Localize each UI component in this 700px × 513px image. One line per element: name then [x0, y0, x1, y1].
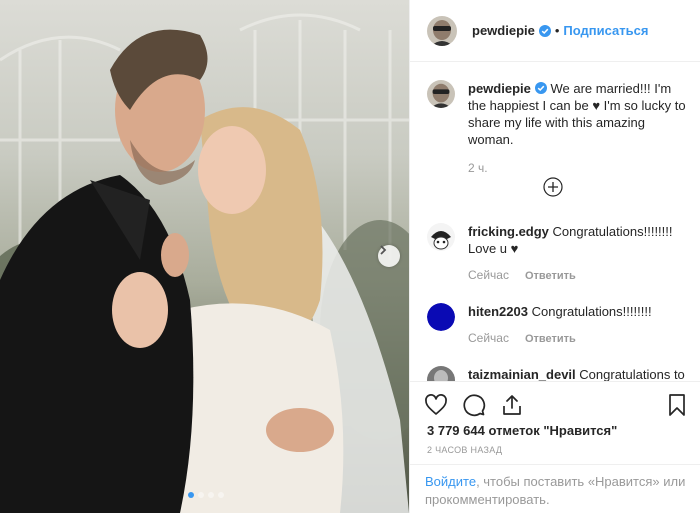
header-separator: •	[554, 23, 560, 38]
comment-icon[interactable]	[462, 393, 486, 417]
header-username[interactable]: pewdiepie	[472, 23, 535, 38]
wedding-photo-illustration	[0, 13, 409, 513]
login-prompt: Войдите, чтобы поставить «Нравится» или …	[425, 473, 695, 509]
heart-icon[interactable]	[424, 393, 448, 417]
post-photo[interactable]	[0, 0, 409, 513]
comment-body: hiten2203 Congratulations!!!!!!!! Сейчас…	[468, 303, 652, 348]
caption-time[interactable]: 2 ч.	[468, 160, 692, 177]
comments-list[interactable]: pewdiepie We are married!!! I'm the happ…	[410, 63, 700, 381]
follow-button[interactable]: Подписаться	[563, 23, 648, 38]
share-icon[interactable]	[500, 393, 524, 417]
comment-time[interactable]: Сейчас	[468, 330, 509, 347]
carousel-next-button[interactable]	[378, 245, 400, 267]
avatar-image	[427, 303, 455, 331]
comment-body: taizmainian_devil Congratulations to	[468, 366, 685, 381]
verified-badge-icon	[538, 24, 551, 37]
reply-button[interactable]: Ответить	[525, 268, 576, 285]
carousel-dots	[188, 492, 224, 498]
action-bar	[424, 393, 524, 417]
post-sidebar: pewdiepie • Подписаться pewdiepie We are…	[409, 0, 700, 513]
caption-username[interactable]: pewdiepie	[468, 81, 531, 96]
caption-body: pewdiepie We are married!!! I'm the happ…	[468, 80, 692, 177]
comment-time[interactable]: Сейчас	[468, 267, 509, 284]
chevron-right-icon	[380, 245, 387, 255]
divider	[410, 381, 700, 382]
avatar-image	[427, 15, 457, 46]
avatar-image	[427, 223, 455, 251]
comment-username[interactable]: taizmainian_devil	[468, 367, 576, 381]
avatar[interactable]	[427, 15, 457, 46]
reply-button[interactable]: Ответить	[525, 331, 576, 348]
comment-meta: Сейчас Ответить	[468, 330, 652, 348]
comment-text: Congratulations!!!!!!!!	[531, 304, 652, 319]
bookmark-icon[interactable]	[665, 393, 689, 417]
carousel-dot	[218, 492, 224, 498]
comment-username[interactable]: hiten2203	[468, 304, 528, 319]
comment-username[interactable]: fricking.edgy	[468, 224, 549, 239]
carousel-dot	[198, 492, 204, 498]
post-header: pewdiepie • Подписаться	[410, 0, 700, 62]
avatar[interactable]	[427, 366, 455, 381]
likes-count[interactable]: 3 779 644 отметок "Нравится"	[427, 423, 617, 438]
avatar-image	[427, 80, 455, 108]
comment-item: fricking.edgy Congratulations!!!!!!!! Lo…	[427, 223, 692, 285]
post-timestamp[interactable]: 2 часов назад	[427, 445, 502, 455]
verified-badge-icon	[534, 82, 547, 94]
plus-circle-icon[interactable]	[543, 177, 563, 197]
comment-meta: Сейчас Ответить	[468, 267, 692, 285]
comment-item: taizmainian_devil Congratulations to	[427, 366, 692, 381]
carousel-dot	[208, 492, 214, 498]
comment-body: fricking.edgy Congratulations!!!!!!!! Lo…	[468, 223, 692, 285]
login-link[interactable]: Войдите	[425, 474, 476, 489]
caption: pewdiepie We are married!!! I'm the happ…	[427, 80, 692, 177]
carousel-dot	[188, 492, 194, 498]
divider	[410, 464, 700, 465]
avatar-image	[427, 366, 455, 381]
avatar[interactable]	[427, 303, 455, 331]
comment-text: Congratulations to	[579, 367, 685, 381]
avatar[interactable]	[427, 223, 455, 251]
avatar[interactable]	[427, 80, 455, 108]
comment-item: hiten2203 Congratulations!!!!!!!! Сейчас…	[427, 303, 692, 348]
